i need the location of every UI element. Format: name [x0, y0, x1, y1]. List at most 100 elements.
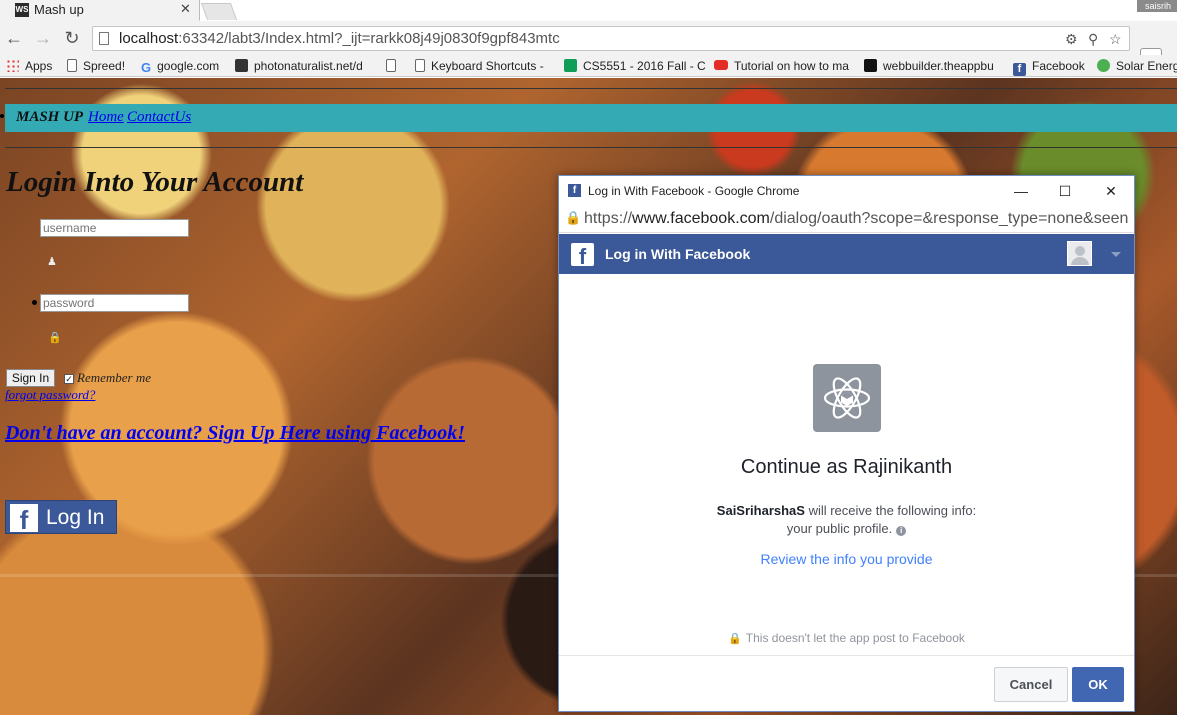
browser-toolbar: ← → ↻ localhost:63342/labt3/Index.html?_… — [0, 21, 1177, 70]
list-bullet — [32, 300, 37, 305]
chevron-down-icon[interactable] — [1111, 252, 1121, 257]
tab-close-icon[interactable]: ✕ — [180, 1, 191, 17]
forward-arrow-icon[interactable]: → — [33, 28, 53, 48]
info-icon[interactable]: i — [896, 526, 907, 536]
permission-info: SaiSriharshaS will receive the following… — [559, 503, 1134, 518]
popup-titlebar: f Log in With Facebook - Google Chrome —… — [559, 176, 1134, 205]
username-input[interactable] — [40, 219, 189, 237]
bookmarks-bar: Apps Spreed! Ggoogle.com photonaturalist… — [0, 55, 1177, 77]
popup-window-title: Log in With Facebook - Google Chrome — [588, 184, 800, 198]
bookmark-label: CS5551 - 2016 Fall - C — [583, 59, 706, 73]
popup-url: https://www.facebook.com/dialog/oauth?sc… — [584, 210, 1128, 228]
sheets-icon — [564, 59, 577, 72]
bookmark-keyboard-shortcuts[interactable]: Keyboard Shortcuts - — [415, 58, 544, 74]
url-host: localhost — [119, 30, 179, 47]
reload-icon[interactable]: ↻ — [62, 28, 82, 48]
browser-tab[interactable]: WS Mash up ✕ — [0, 0, 200, 21]
user-icon: ♟ — [47, 256, 57, 268]
bookmark-webbuilder[interactable]: webbuilder.theappbu — [864, 58, 994, 74]
bookmark-apps[interactable]: Apps — [6, 58, 52, 74]
facebook-header: f Log in With Facebook — [559, 234, 1134, 274]
bookmark-spreed[interactable]: Spreed! — [67, 58, 125, 74]
popup-footer: Cancel OK — [559, 655, 1134, 711]
back-arrow-icon[interactable]: ← — [4, 28, 24, 48]
page-icon — [415, 59, 425, 72]
nav-divider — [5, 88, 1177, 89]
facebook-login-button[interactable]: f Log In — [5, 500, 117, 535]
page-icon — [67, 59, 77, 72]
url-scheme: https:// — [584, 210, 633, 227]
url-host: www.facebook.com — [632, 210, 770, 227]
permission-scope-text: your public profile. — [786, 521, 893, 536]
app-name: SaiSriharshaS — [716, 503, 805, 518]
youtube-icon — [714, 60, 728, 70]
site-brand: MASH UP — [16, 109, 84, 125]
lock-icon: 🔒 — [48, 332, 62, 344]
bookmark-cs5551[interactable]: CS5551 - 2016 Fall - C — [564, 58, 706, 74]
address-bar[interactable]: localhost:63342/labt3/Index.html?_ijt=ra… — [92, 26, 1130, 51]
bookmark-label: webbuilder.theappbu — [883, 59, 994, 73]
permission-scope: your public profile. i — [559, 521, 1134, 536]
no-post-notice: 🔒 This doesn't let the app post to Facebo… — [559, 631, 1134, 645]
new-tab-button[interactable] — [200, 3, 238, 20]
tab-strip: WS Mash up ✕ saisrih — [0, 0, 1177, 21]
url-path: /dialog/oauth?scope=&response_type=none&… — [769, 210, 1129, 227]
remember-label: Remember me — [77, 370, 151, 385]
bookmark-star-icon[interactable]: ☆ — [1109, 31, 1122, 48]
bookmark-label: photonaturalist.net/d — [254, 59, 363, 73]
bookmark-untitled[interactable] — [386, 58, 402, 74]
sign-in-button[interactable]: Sign In — [6, 369, 55, 387]
bookmark-solar[interactable]: Solar Energ — [1097, 58, 1177, 74]
bookmark-tutorial[interactable]: Tutorial on how to ma — [714, 58, 849, 74]
avatar[interactable] — [1067, 241, 1092, 266]
facebook-login-popup: f Log in With Facebook - Google Chrome —… — [558, 175, 1135, 712]
bookmark-label: Apps — [25, 59, 53, 73]
recycle-icon — [1097, 59, 1110, 72]
bookmark-facebook[interactable]: f Facebook — [1013, 58, 1085, 76]
google-icon: G — [141, 60, 152, 75]
continue-as-heading: Continue as Rajinikanth — [740, 456, 953, 478]
close-icon[interactable]: ✕ — [1101, 181, 1121, 201]
bookmark-label: google.com — [157, 59, 220, 73]
page-icon — [99, 32, 109, 45]
bookmark-label: Keyboard Shortcuts - — [431, 59, 544, 73]
signup-facebook-link[interactable]: Don't have an account? Sign Up Here usin… — [5, 422, 465, 445]
minimize-icon[interactable]: — — [1011, 181, 1031, 201]
list-bullet — [0, 114, 4, 118]
bookmark-label: Facebook — [1032, 59, 1085, 73]
nav-divider — [5, 147, 1177, 148]
bookmark-google[interactable]: Ggoogle.com — [141, 58, 220, 75]
nav-contact-link[interactable]: ContactUs — [127, 109, 191, 126]
facebook-icon: f — [571, 243, 594, 269]
bookmark-label: Spreed! — [83, 59, 126, 73]
popup-address-bar[interactable]: 🔒 https://www.facebook.com/dialog/oauth?… — [559, 205, 1134, 233]
app-atom-icon — [813, 364, 881, 432]
remember-me[interactable]: ✓ Remember me — [64, 370, 151, 386]
tab-title: Mash up — [34, 2, 84, 17]
site-navbar: MASH UP Home ContactUs — [0, 104, 1177, 132]
tab-favicon-icon: WS — [15, 3, 29, 17]
nav-home-link[interactable]: Home — [88, 109, 124, 126]
maximize-icon[interactable]: ☐ — [1055, 181, 1075, 201]
password-input[interactable] — [40, 294, 189, 312]
remember-checkbox[interactable]: ✓ — [64, 374, 74, 384]
address-url[interactable]: localhost:63342/labt3/Index.html?_ijt=ra… — [119, 30, 560, 47]
forgot-password-link[interactable]: forgot password? — [5, 387, 95, 403]
zoom-icon[interactable]: ⚲ — [1088, 31, 1098, 48]
login-heading: Login Into Your Account — [6, 166, 304, 198]
camera-icon — [235, 59, 248, 72]
bookmark-label: Solar Energ — [1116, 59, 1177, 73]
permission-text: will receive the following info: — [804, 503, 977, 518]
bookmark-photonaturalist[interactable]: photonaturalist.net/d — [235, 58, 363, 74]
facebook-icon: f — [568, 184, 581, 197]
profile-chip[interactable]: saisrih — [1137, 0, 1177, 12]
blocked-popup-icon[interactable]: ⚙ — [1065, 31, 1078, 48]
review-info-link[interactable]: Review the info you provide — [559, 551, 1134, 567]
secure-lock-icon: 🔒 — [565, 210, 582, 225]
star-icon — [864, 59, 877, 72]
cancel-button[interactable]: Cancel — [994, 667, 1068, 702]
facebook-header-title: Log in With Facebook — [605, 246, 751, 262]
lock-icon: 🔒 — [728, 633, 742, 645]
url-path: :63342/labt3/Index.html?_ijt=rarkk08j49j… — [178, 30, 560, 47]
ok-button[interactable]: OK — [1072, 667, 1124, 702]
